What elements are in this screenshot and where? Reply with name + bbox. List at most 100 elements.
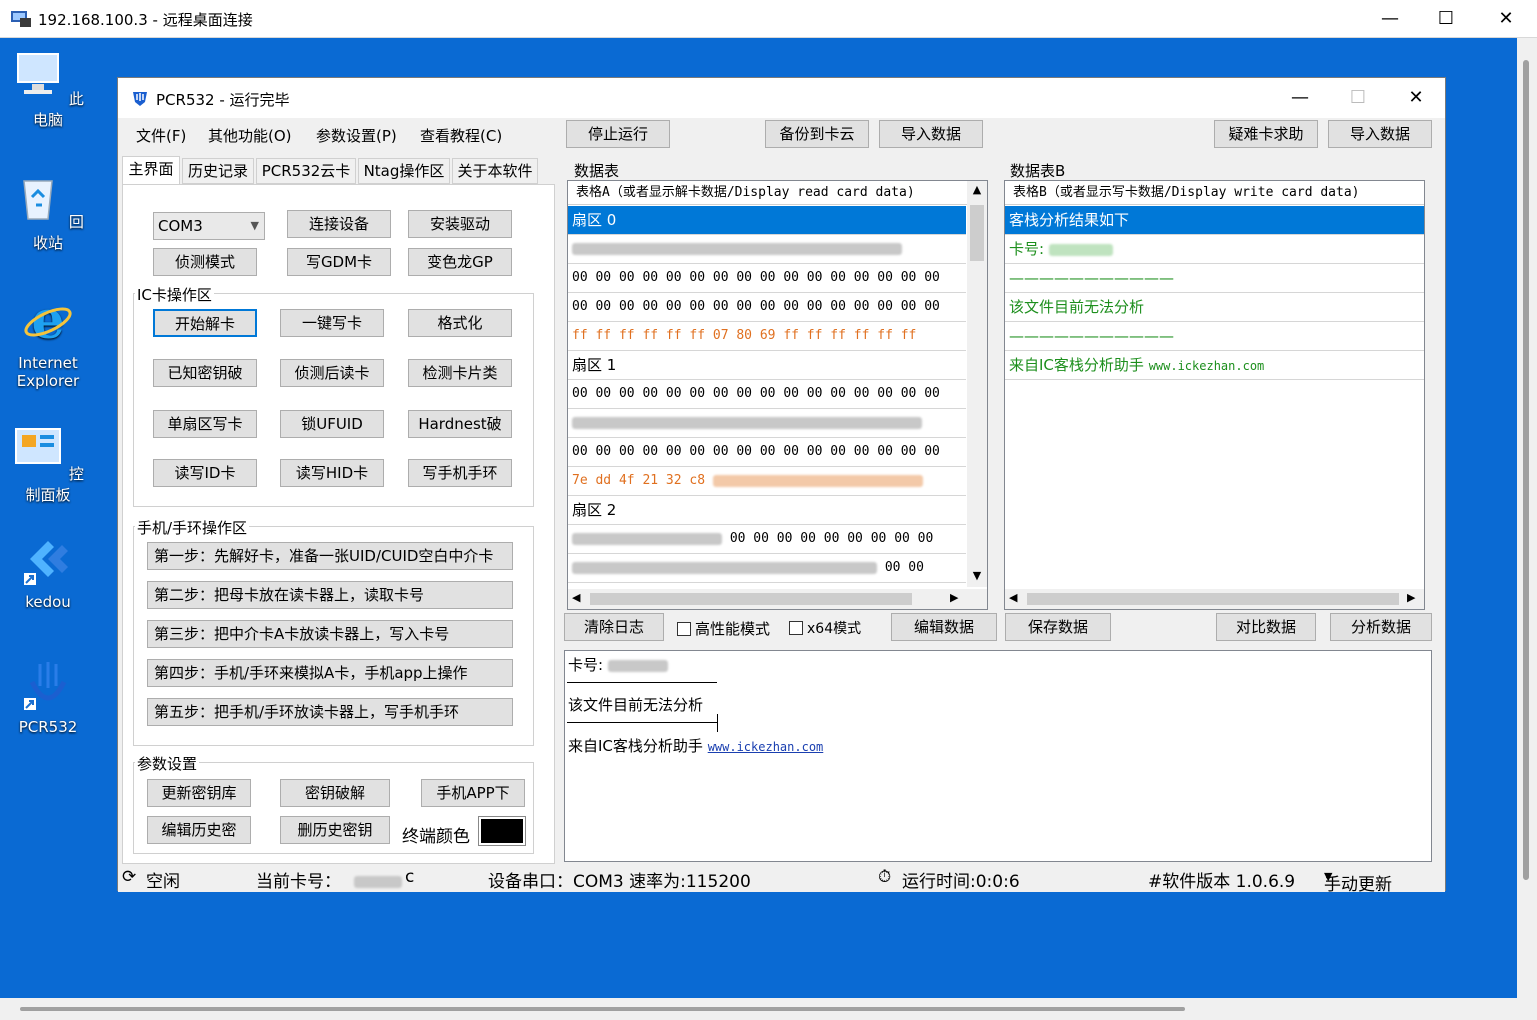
table-row-sector-0[interactable]: 扇区 0 bbox=[568, 206, 966, 235]
table-row[interactable]: 00 00 00 00 00 00 00 00 00 00 00 00 00 0… bbox=[568, 438, 966, 467]
table-row-redacted[interactable] bbox=[568, 409, 966, 438]
help-button[interactable]: 疑难卡求助 bbox=[1214, 120, 1318, 148]
one-key-write-button[interactable]: 一键写卡 bbox=[280, 309, 384, 337]
rdp-vertical-scrollbar[interactable] bbox=[1517, 38, 1537, 998]
rdp-horizontal-scrollbar[interactable] bbox=[0, 998, 1537, 1020]
desktop-icon-pcr532[interactable]: PCR532 bbox=[8, 658, 88, 736]
x64-checkbox[interactable]: x64模式 bbox=[789, 618, 861, 638]
scroll-thumb[interactable] bbox=[590, 593, 912, 605]
desktop-icon-recycle-bin[interactable]: 回收站 bbox=[8, 171, 88, 253]
rw-id-card-button[interactable]: 读写ID卡 bbox=[153, 459, 257, 487]
tab-about[interactable]: 关于本软件 bbox=[452, 158, 538, 184]
clear-log-button[interactable]: 清除日志 bbox=[564, 613, 664, 641]
delete-history-keys-button[interactable]: 删历史密钥 bbox=[280, 816, 390, 844]
scroll-right-icon[interactable]: ▶ bbox=[950, 591, 958, 604]
table-a[interactable]: 表格A（或者显示解卡数据/Display read card data) 扇区 … bbox=[567, 180, 988, 610]
edit-history-keys-button[interactable]: 编辑历史密 bbox=[147, 816, 251, 844]
step-3-button[interactable]: 第三步：把中介卡A卡放读卡器上，写入卡号 bbox=[147, 620, 513, 648]
install-driver-button[interactable]: 安装驱动 bbox=[408, 210, 512, 238]
detect-card-type-button[interactable]: 检测卡片类 bbox=[408, 359, 512, 387]
lock-ufuid-button[interactable]: 锁UFUID bbox=[280, 410, 384, 438]
scroll-up-icon[interactable]: ▲ bbox=[967, 183, 987, 196]
scroll-left-icon[interactable]: ◀ bbox=[572, 591, 580, 604]
analyze-data-button[interactable]: 分析数据 bbox=[1330, 613, 1432, 641]
scroll-left-icon[interactable]: ◀ bbox=[1009, 591, 1017, 604]
connect-device-button[interactable]: 连接设备 bbox=[287, 210, 391, 238]
tab-cloud[interactable]: PCR532云卡 bbox=[256, 158, 356, 184]
rdp-close-button[interactable]: ✕ bbox=[1486, 6, 1526, 32]
table-b-row-divider[interactable]: ——————————— bbox=[1005, 322, 1424, 351]
backup-cloud-button[interactable]: 备份到卡云 bbox=[765, 120, 869, 148]
table-row[interactable]: 00 00 00 00 00 00 00 00 00 00 00 00 00 0… bbox=[568, 380, 966, 409]
table-row-sector-1[interactable]: 扇区 1 bbox=[568, 351, 966, 380]
scroll-down-icon[interactable]: ▼ bbox=[967, 569, 987, 582]
log-area[interactable]: 卡号: 该文件目前无法分析 来自IC客栈分析助手 www.ickezhan.co… bbox=[564, 650, 1432, 862]
desktop-icon-kedou[interactable]: kedou bbox=[8, 533, 88, 611]
rdp-maximize-button[interactable]: ☐ bbox=[1426, 6, 1466, 32]
table-b-row-result[interactable]: 客栈分析结果如下 bbox=[1005, 206, 1424, 235]
table-a-hscroll[interactable]: ◀ ▶ bbox=[568, 589, 987, 609]
table-b-row-cannot[interactable]: 该文件目前无法分析 bbox=[1005, 293, 1424, 322]
format-button[interactable]: 格式化 bbox=[408, 309, 512, 337]
step-1-button[interactable]: 第一步：先解好卡，准备一张UID/CUID空白中介卡 bbox=[147, 542, 513, 570]
app-maximize-button[interactable]: ☐ bbox=[1338, 85, 1378, 111]
log-url-link[interactable]: www.ickezhan.com bbox=[708, 740, 824, 754]
tab-ntag[interactable]: Ntag操作区 bbox=[358, 158, 450, 184]
phone-app-button[interactable]: 手机APP下 bbox=[421, 779, 525, 807]
import-data-button-a[interactable]: 导入数据 bbox=[879, 120, 983, 148]
desktop-icon-this-pc[interactable]: 此电脑 bbox=[8, 48, 88, 130]
rw-hid-card-button[interactable]: 读写HID卡 bbox=[280, 459, 384, 487]
table-b[interactable]: 表格B（或者显示写卡数据/Display write card data) 客栈… bbox=[1004, 180, 1425, 610]
step-4-button[interactable]: 第四步：手机/手环来模拟A卡，手机app上操作 bbox=[147, 659, 513, 687]
tab-main[interactable]: 主界面 bbox=[122, 156, 180, 184]
high-perf-checkbox[interactable]: 高性能模式 bbox=[677, 618, 770, 639]
table-b-row-source[interactable]: 来自IC客栈分析助手 www.ickezhan.com bbox=[1005, 351, 1424, 380]
detect-mode-button[interactable]: 侦测模式 bbox=[153, 248, 257, 276]
scroll-thumb[interactable] bbox=[1027, 593, 1399, 605]
save-data-button[interactable]: 保存数据 bbox=[1005, 613, 1111, 641]
chameleon-button[interactable]: 变色龙GP bbox=[408, 248, 512, 276]
terminal-color-swatch[interactable] bbox=[478, 816, 526, 846]
table-row[interactable]: 00 00 00 00 00 00 00 00 00 00 00 00 00 0… bbox=[568, 293, 966, 322]
known-key-crack-button[interactable]: 已知密钥破 bbox=[153, 359, 257, 387]
table-row-trailer[interactable]: ff ff ff ff ff ff 07 80 69 ff ff ff ff f… bbox=[568, 322, 966, 351]
table-b-hscroll[interactable]: ◀ ▶ bbox=[1005, 589, 1424, 609]
desktop-icon-internet-explorer[interactable]: e Internet Explorer bbox=[8, 290, 88, 390]
table-row-sector-2[interactable]: 扇区 2 bbox=[568, 496, 966, 525]
hardnest-crack-button[interactable]: Hardnest破 bbox=[408, 410, 512, 438]
tab-history[interactable]: 历史记录 bbox=[182, 158, 254, 184]
start-decode-button[interactable]: 开始解卡 bbox=[153, 309, 257, 337]
write-gdm-button[interactable]: 写GDM卡 bbox=[287, 248, 391, 276]
table-a-vscroll[interactable]: ▲ ▼ bbox=[967, 181, 987, 587]
desktop-icon-control-panel[interactable]: 控制面板 bbox=[8, 423, 88, 505]
table-b-row-divider[interactable]: ——————————— bbox=[1005, 264, 1424, 293]
table-row[interactable]: 00 00 00 00 00 00 00 00 00 bbox=[568, 525, 966, 554]
compare-data-button[interactable]: 对比数据 bbox=[1216, 613, 1316, 641]
table-row-trailer[interactable]: 7e dd 4f 21 32 c8 bbox=[568, 467, 966, 496]
table-b-row-card[interactable]: 卡号: bbox=[1005, 235, 1424, 264]
stop-button[interactable]: 停止运行 bbox=[566, 120, 670, 148]
import-data-button-b[interactable]: 导入数据 bbox=[1328, 120, 1432, 148]
app-minimize-button[interactable]: — bbox=[1280, 85, 1320, 111]
table-row[interactable]: 00 00 00 00 00 00 00 00 00 00 00 00 00 0… bbox=[568, 264, 966, 293]
param-group-label: 参数设置 bbox=[135, 753, 200, 774]
write-phone-band-button[interactable]: 写手机手环 bbox=[408, 459, 512, 487]
detect-read-button[interactable]: 侦测后读卡 bbox=[280, 359, 384, 387]
table-row-redacted[interactable] bbox=[568, 235, 966, 264]
menu-tutorial[interactable]: 查看教程(C) bbox=[420, 125, 502, 146]
key-crack-button[interactable]: 密钥破解 bbox=[280, 779, 390, 807]
table-row[interactable]: 00 00 bbox=[568, 554, 966, 583]
step-2-button[interactable]: 第二步：把母卡放在读卡器上，读取卡号 bbox=[147, 581, 513, 609]
menu-other[interactable]: 其他功能(O) bbox=[208, 125, 292, 146]
single-sector-write-button[interactable]: 单扇区写卡 bbox=[153, 410, 257, 438]
edit-data-button[interactable]: 编辑数据 bbox=[891, 613, 997, 641]
update-keys-button[interactable]: 更新密钥库 bbox=[147, 779, 251, 807]
com-port-select[interactable]: COM3 ▼ bbox=[153, 212, 265, 240]
menu-file[interactable]: 文件(F) bbox=[136, 125, 186, 146]
scroll-thumb[interactable] bbox=[970, 205, 984, 261]
menu-params[interactable]: 参数设置(P) bbox=[316, 125, 397, 146]
app-close-button[interactable]: ✕ bbox=[1396, 85, 1436, 111]
step-5-button[interactable]: 第五步：把手机/手环放读卡器上，写手机手环 bbox=[147, 698, 513, 726]
scroll-right-icon[interactable]: ▶ bbox=[1407, 591, 1415, 604]
rdp-minimize-button[interactable]: — bbox=[1370, 6, 1410, 32]
